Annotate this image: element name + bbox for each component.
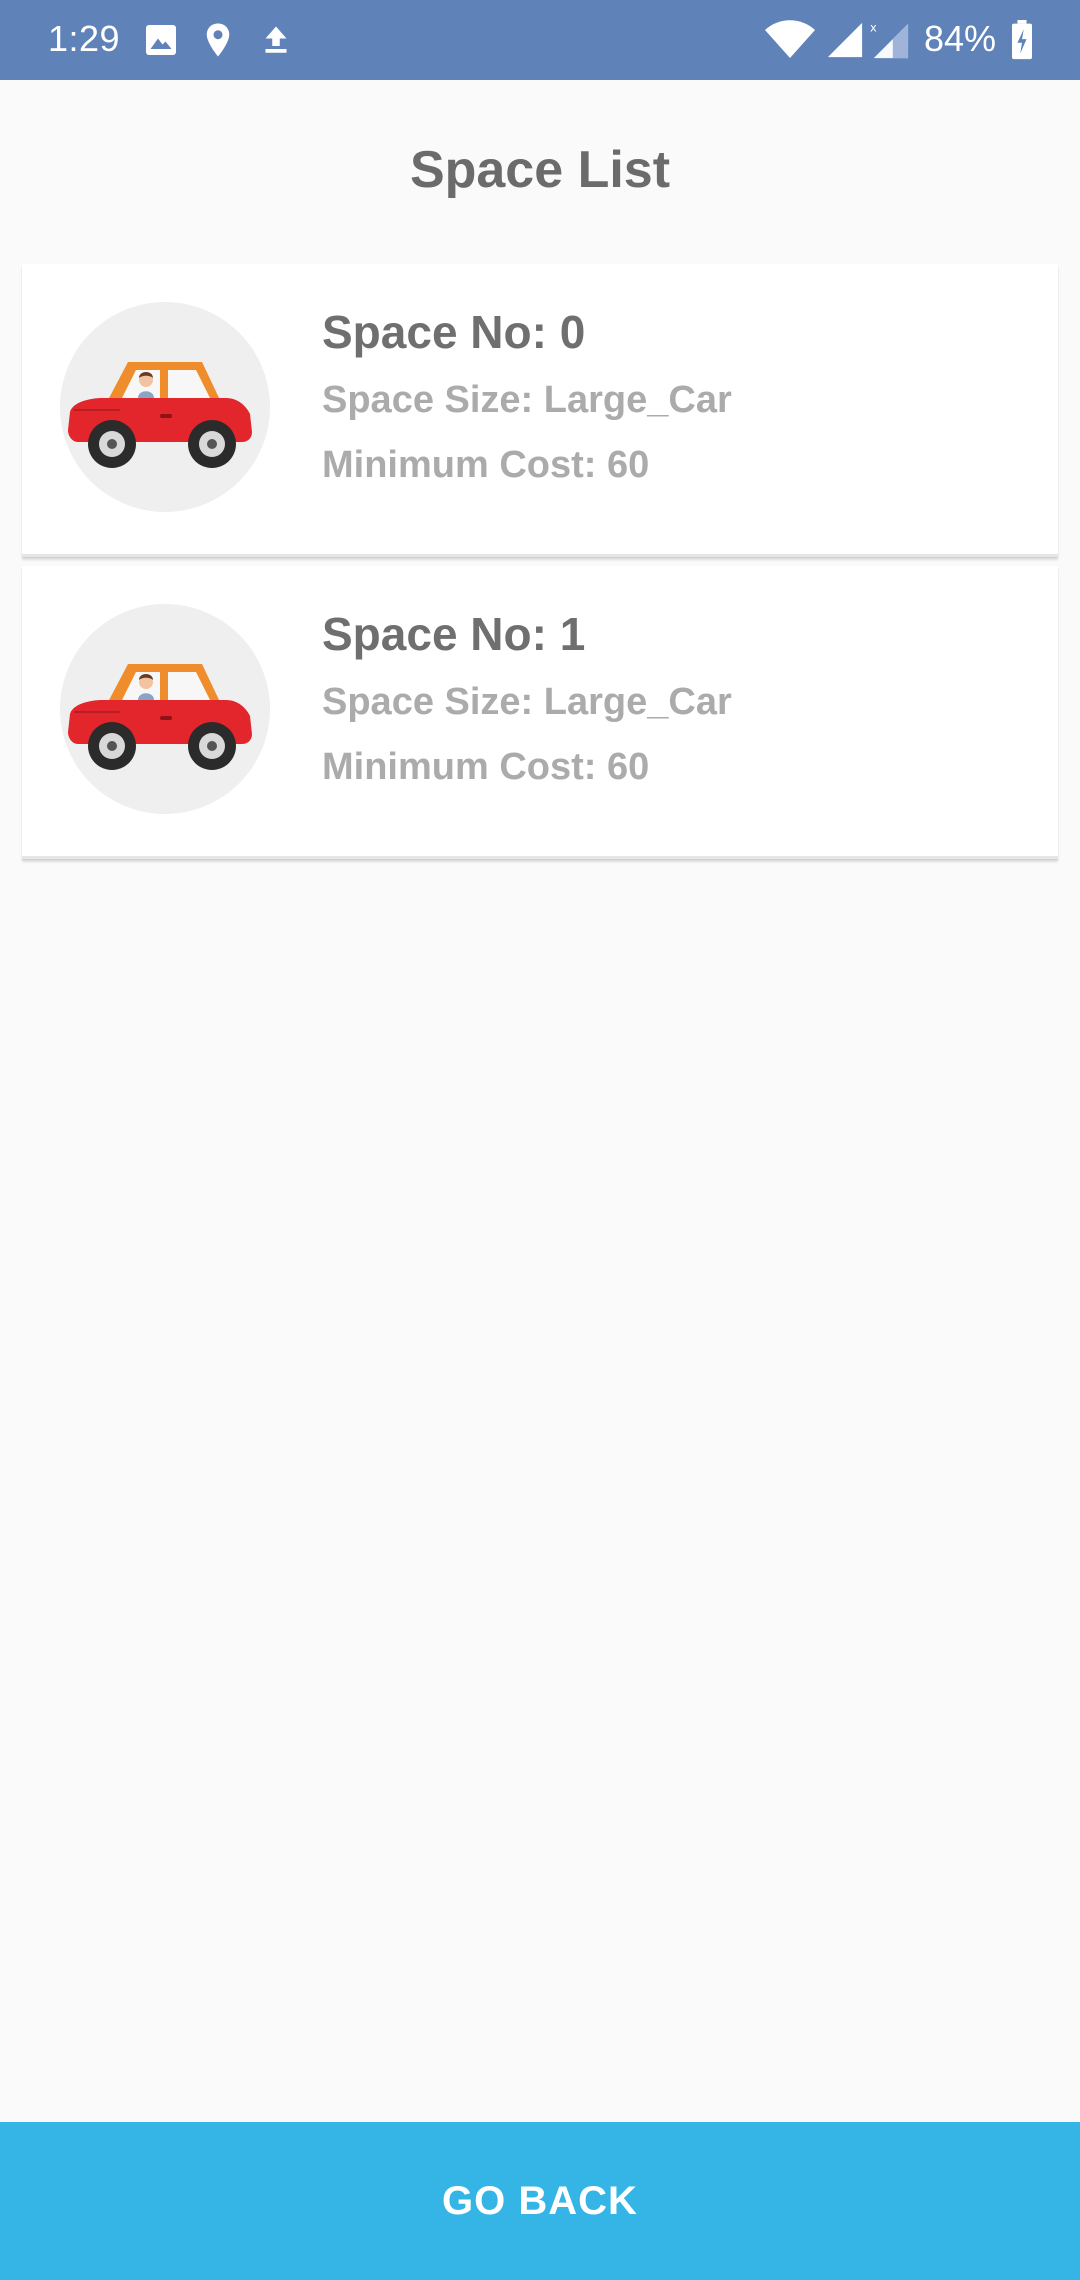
signal-no-data-icon: x (870, 20, 909, 59)
space-size: Space Size: Large_Car (322, 379, 732, 421)
svg-text:x: x (870, 20, 877, 34)
status-bar: 1:29 x 84% (0, 0, 1080, 80)
image-icon (146, 25, 176, 55)
car-avatar (60, 302, 270, 512)
space-size: Space Size: Large_Car (322, 681, 732, 723)
location-pin-icon (206, 23, 230, 57)
space-number: Space No: 0 (322, 306, 586, 358)
minimum-cost: Minimum Cost: 60 (322, 444, 650, 486)
battery-charging-icon (1012, 20, 1032, 60)
car-avatar (60, 604, 270, 814)
battery-percent: 84% (924, 18, 997, 59)
space-card[interactable]: Space No: 0 Space Size: Large_Car Minimu… (22, 264, 1058, 557)
go-back-button[interactable]: GO BACK (0, 2122, 1080, 2280)
minimum-cost: Minimum Cost: 60 (322, 746, 650, 788)
page-title: Space List (409, 141, 671, 199)
signal-icon (827, 22, 863, 58)
car-icon (68, 362, 252, 468)
space-number: Space No: 1 (322, 608, 586, 660)
car-icon (68, 664, 252, 770)
upload-icon (265, 26, 287, 53)
space-card[interactable]: Space No: 1 Space Size: Large_Car Minimu… (22, 566, 1058, 859)
status-time: 1:29 (48, 18, 121, 59)
wifi-icon (765, 20, 815, 58)
